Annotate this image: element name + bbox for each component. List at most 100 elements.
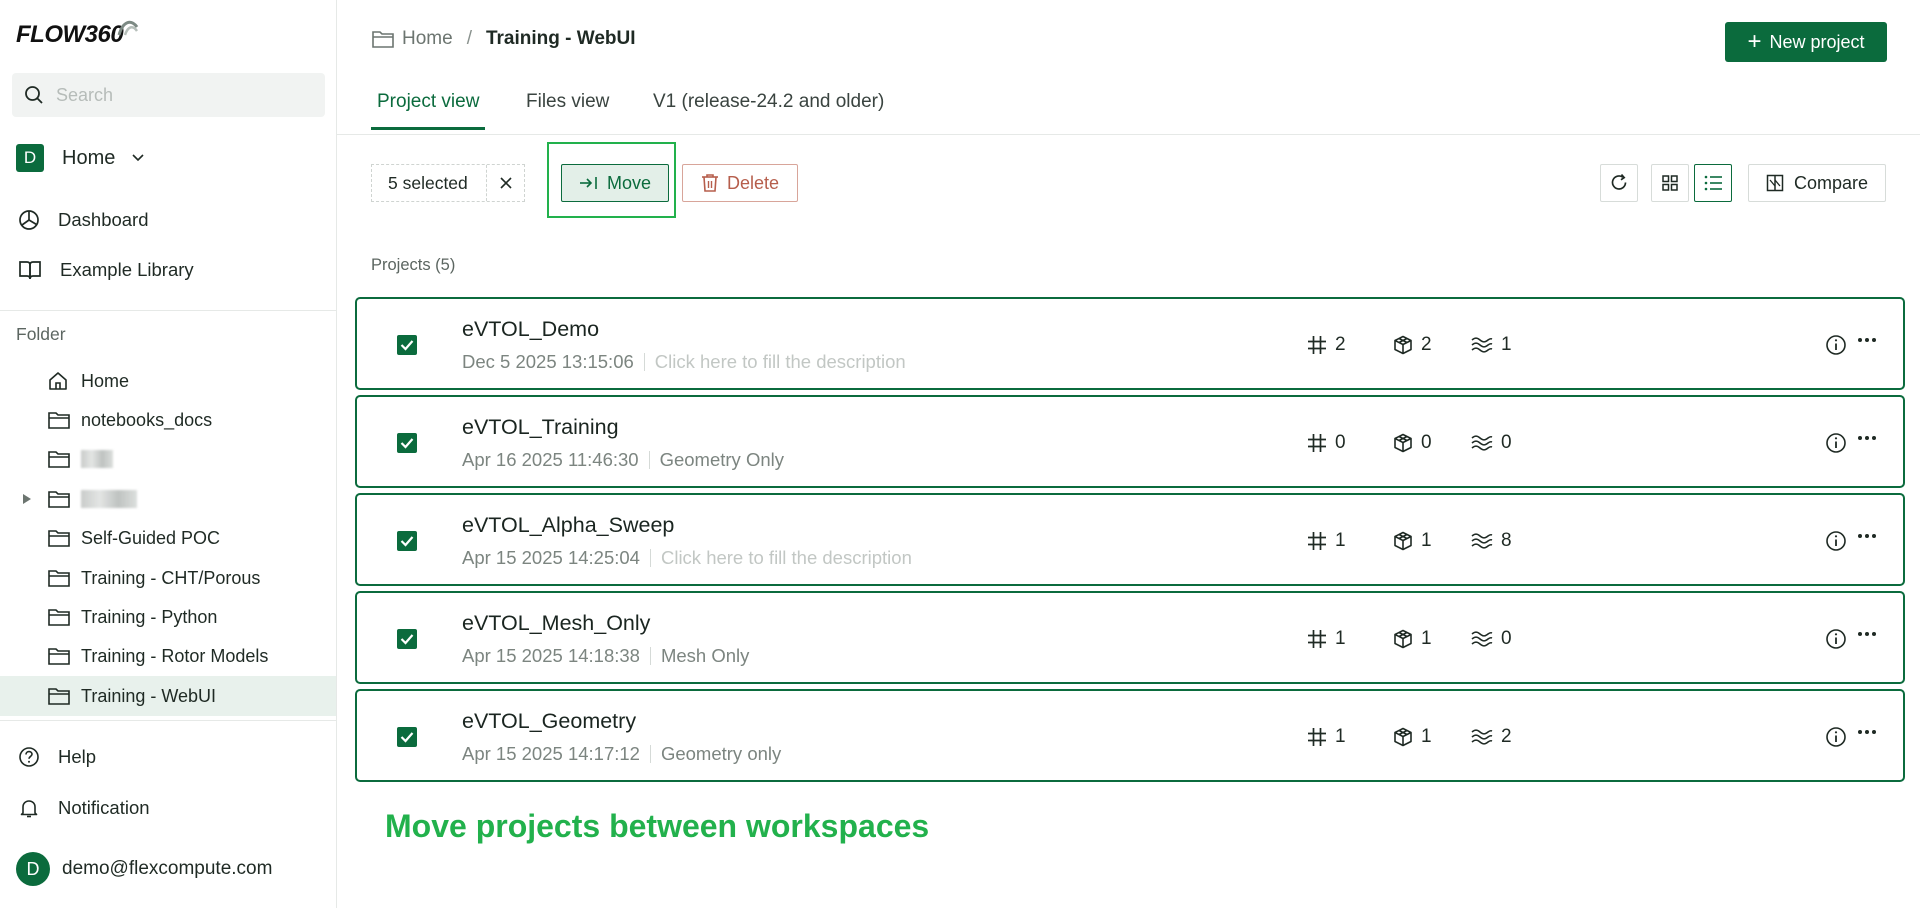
flow360-logo[interactable]: FLOW360 <box>16 18 139 52</box>
nav-help[interactable]: Help <box>18 742 96 772</box>
mesh-count: 2 <box>1307 334 1346 356</box>
compare-button[interactable]: Compare <box>1748 164 1886 202</box>
clear-selection-button[interactable] <box>486 165 524 201</box>
geometry-cube-icon <box>1394 433 1412 453</box>
tab-v1[interactable]: V1 (release-24.2 and older) <box>653 91 884 127</box>
mesh-grid-icon <box>1308 336 1326 354</box>
delete-button[interactable]: Delete <box>682 164 798 202</box>
mesh-grid-icon <box>1308 728 1326 746</box>
folder-icon <box>48 609 70 626</box>
plus-icon: + <box>1747 28 1762 55</box>
nav-notification[interactable]: Notification <box>18 793 150 823</box>
project-name[interactable]: eVTOL_Geometry <box>462 709 636 734</box>
grid-icon <box>1662 175 1678 191</box>
breadcrumb: Home / Training - WebUI <box>372 28 636 50</box>
checkmark-icon <box>400 634 414 645</box>
workspace-label: Home <box>62 146 116 169</box>
search-box[interactable] <box>12 73 325 117</box>
case-count-value: 0 <box>1501 432 1512 453</box>
info-icon[interactable] <box>1825 334 1847 356</box>
help-icon <box>19 747 39 767</box>
more-options-icon[interactable] <box>1857 631 1877 637</box>
project-name[interactable]: eVTOL_Mesh_Only <box>462 611 650 636</box>
more-options-icon[interactable] <box>1857 729 1877 735</box>
project-card[interactable]: eVTOL_Mesh_Only Apr 15 2025 14:18:38 Mes… <box>355 591 1905 684</box>
project-name[interactable]: eVTOL_Training <box>462 415 619 440</box>
folder-item-redacted-1[interactable] <box>0 439 336 479</box>
main-content: Home / Training - WebUI + New project Pr… <box>337 0 1920 908</box>
grid-view-button[interactable] <box>1651 164 1689 202</box>
more-options-icon[interactable] <box>1857 337 1877 343</box>
info-icon[interactable] <box>1825 726 1847 748</box>
more-options-icon[interactable] <box>1857 435 1877 441</box>
refresh-button[interactable] <box>1600 164 1638 202</box>
project-name[interactable]: eVTOL_Alpha_Sweep <box>462 513 674 538</box>
more-options-icon[interactable] <box>1857 533 1877 539</box>
new-project-button[interactable]: + New project <box>1725 22 1887 62</box>
folder-item-training-cht-porous[interactable]: Training - CHT/Porous <box>0 558 336 598</box>
case-count: 0 <box>1471 628 1512 650</box>
folder-item-training-python[interactable]: Training - Python <box>0 597 336 637</box>
folder-item-self-guided-poc[interactable]: Self-Guided POC <box>0 518 336 558</box>
tab-project-view[interactable]: Project view <box>371 91 486 130</box>
sidebar-divider <box>0 310 336 311</box>
checkmark-icon <box>400 340 414 351</box>
project-description[interactable]: Geometry Only <box>660 449 784 471</box>
geometry-count: 0 <box>1393 432 1432 454</box>
project-card[interactable]: eVTOL_Geometry Apr 15 2025 14:17:12 Geom… <box>355 689 1905 782</box>
nav-example-library[interactable]: Example Library <box>18 255 194 285</box>
avatar: D <box>16 852 50 886</box>
folder-icon <box>48 570 70 587</box>
folder-icon <box>48 648 70 665</box>
project-card[interactable]: eVTOL_Alpha_Sweep Apr 15 2025 14:25:04 C… <box>355 493 1905 586</box>
move-arrow-icon <box>579 177 597 189</box>
case-count-value: 0 <box>1501 628 1512 649</box>
geometry-cube-icon <box>1394 531 1412 551</box>
mesh-grid-icon <box>1308 434 1326 452</box>
project-card[interactable]: eVTOL_Demo Dec 5 2025 13:15:06 Click her… <box>355 297 1905 390</box>
case-count-value: 2 <box>1501 726 1512 747</box>
project-checkbox[interactable] <box>397 335 417 355</box>
folder-item-training-webui[interactable]: Training - WebUI <box>0 676 336 716</box>
folder-item-label: Training - Rotor Models <box>81 645 269 666</box>
project-checkbox[interactable] <box>397 727 417 747</box>
mesh-count-value: 1 <box>1335 530 1346 551</box>
refresh-icon <box>1611 173 1627 190</box>
info-icon[interactable] <box>1825 530 1847 552</box>
folder-item-notebooks-docs[interactable]: notebooks_docs <box>0 400 336 440</box>
user-profile[interactable]: D demo@flexcompute.com <box>16 852 272 886</box>
geometry-cube-icon <box>1394 335 1412 355</box>
project-description[interactable]: Click here to fill the description <box>661 547 912 569</box>
compare-label: Compare <box>1793 172 1869 193</box>
mesh-count-value: 1 <box>1335 726 1346 747</box>
folder-item-home[interactable]: Home <box>0 361 336 401</box>
geometry-cube-icon <box>1394 727 1412 747</box>
search-icon <box>25 86 43 104</box>
project-name[interactable]: eVTOL_Demo <box>462 317 599 342</box>
search-input[interactable] <box>56 84 306 106</box>
selected-count: 5 selected <box>388 172 468 193</box>
breadcrumb-home[interactable]: Home <box>402 28 453 50</box>
folder-item-training-rotor-models[interactable]: Training - Rotor Models <box>0 636 336 676</box>
nav-dashboard[interactable]: Dashboard <box>18 205 149 235</box>
project-checkbox[interactable] <box>397 531 417 551</box>
tab-files-view[interactable]: Files view <box>526 91 609 127</box>
project-description[interactable]: Geometry only <box>661 743 781 765</box>
folder-icon <box>48 451 70 468</box>
project-card[interactable]: eVTOL_Training Apr 16 2025 11:46:30 Geom… <box>355 395 1905 488</box>
project-checkbox[interactable] <box>397 629 417 649</box>
folder-item-redacted-2[interactable] <box>0 479 336 519</box>
folder-icon <box>48 491 70 508</box>
expand-caret-icon[interactable] <box>22 493 32 505</box>
list-view-button[interactable] <box>1694 164 1732 202</box>
project-date: Apr 15 2025 14:25:04 <box>462 547 640 568</box>
move-button[interactable]: Move <box>561 164 669 202</box>
project-checkbox[interactable] <box>397 433 417 453</box>
flow-waves-icon <box>1471 435 1493 451</box>
project-description[interactable]: Click here to fill the description <box>655 351 906 373</box>
case-count: 0 <box>1471 432 1512 454</box>
project-description[interactable]: Mesh Only <box>661 645 749 667</box>
info-icon[interactable] <box>1825 432 1847 454</box>
info-icon[interactable] <box>1825 628 1847 650</box>
workspace-selector[interactable]: D Home <box>16 143 145 173</box>
